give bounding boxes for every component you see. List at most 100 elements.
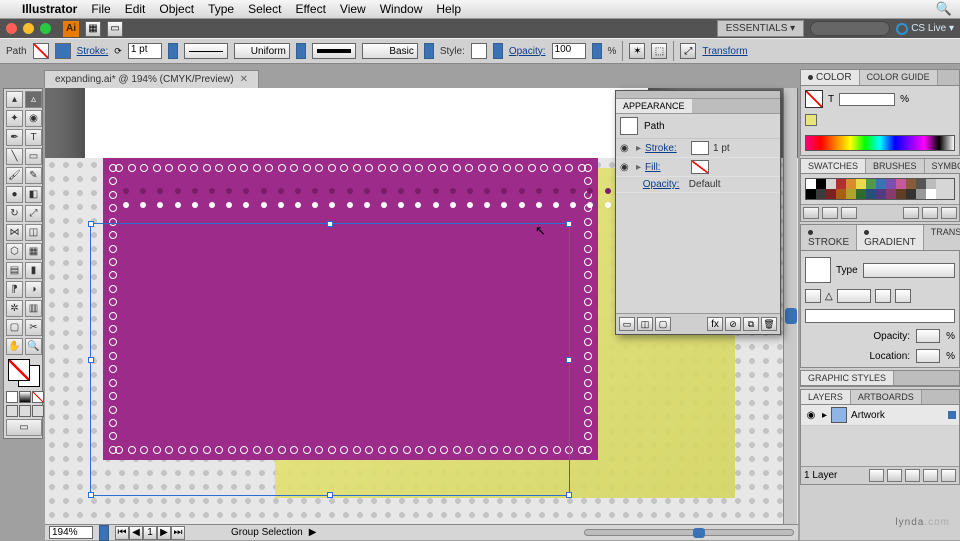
swatch-cell[interactable]: [896, 189, 906, 199]
blob-brush-tool[interactable]: ●: [6, 186, 23, 203]
fill-swatch[interactable]: [33, 43, 49, 59]
status-arrow-icon[interactable]: ▶: [309, 527, 317, 538]
pencil-tool[interactable]: ✎: [25, 167, 42, 184]
brush-preview[interactable]: [312, 43, 356, 59]
gradient-mode-icon[interactable]: [19, 391, 31, 403]
add-effect-icon[interactable]: fx: [707, 317, 723, 331]
paintbrush-tool[interactable]: 🖌: [6, 167, 23, 184]
menu-view[interactable]: View: [340, 2, 366, 16]
stroke-gradient-panel[interactable]: STROKE GRADIENT TRANSPARE Type △ Opacity…: [800, 224, 960, 368]
last-color-swatch[interactable]: [805, 114, 817, 126]
swatch-cell[interactable]: [826, 179, 836, 189]
direct-selection-tool[interactable]: ▵: [25, 91, 42, 108]
handle-br[interactable]: [566, 492, 572, 498]
handle-bm[interactable]: [327, 492, 333, 498]
gradient-misc-icon[interactable]: [895, 289, 911, 303]
delete-layer-icon[interactable]: [941, 469, 956, 482]
menu-edit[interactable]: Edit: [125, 2, 146, 16]
tab-transparency[interactable]: TRANSPARE: [924, 225, 960, 250]
menu-help[interactable]: Help: [436, 2, 461, 16]
workspace-switcher[interactable]: ESSENTIALS ▾: [717, 20, 805, 37]
swatch-cell[interactable]: [806, 189, 816, 199]
menu-file[interactable]: File: [91, 2, 110, 16]
menu-object[interactable]: Object: [159, 2, 194, 16]
cs-live-button[interactable]: CS Live ▾: [896, 22, 954, 34]
duplicate-icon[interactable]: ⧉: [743, 317, 759, 331]
swatch-cell[interactable]: [906, 189, 916, 199]
zoom-dropdown[interactable]: [99, 525, 109, 541]
recolor-icon[interactable]: ✶: [629, 43, 645, 59]
window-zoom-button[interactable]: [40, 23, 51, 34]
appearance-row-opacity[interactable]: Opacity: Default: [616, 177, 780, 193]
magic-wand-tool[interactable]: ✦: [6, 110, 23, 127]
stroke-weight-input[interactable]: 1 pt: [128, 43, 162, 59]
swatch-cell[interactable]: [816, 189, 826, 199]
gradient-preview[interactable]: [805, 257, 831, 283]
menu-select[interactable]: Select: [248, 2, 281, 16]
visibility-icon[interactable]: ◉: [620, 162, 632, 173]
close-tab-icon[interactable]: ✕: [240, 74, 248, 85]
draw-normal-icon[interactable]: [6, 405, 18, 417]
swatch-cell[interactable]: [926, 179, 936, 189]
appearance-panel[interactable]: APPEARANCE Path ◉ ▸ Stroke: 1 pt ◉ ▸ Fil…: [615, 90, 781, 335]
tab-color-guide[interactable]: COLOR GUIDE: [860, 70, 938, 85]
new-sublayer-icon[interactable]: [905, 469, 920, 482]
new-stroke-icon[interactable]: ◫: [637, 317, 653, 331]
menu-window[interactable]: Window: [380, 2, 423, 16]
aspect-ratio-icon[interactable]: [875, 289, 891, 303]
none-mode-icon[interactable]: [32, 391, 44, 403]
tab-symbols[interactable]: SYMBOLS: [925, 159, 960, 173]
tab-graphic-styles[interactable]: GRAPHIC STYLES: [801, 371, 894, 385]
draw-behind-icon[interactable]: [19, 405, 31, 417]
gradient-slider[interactable]: [805, 309, 955, 323]
graphic-styles-panel[interactable]: GRAPHIC STYLES: [800, 370, 960, 387]
gradient-opacity-input[interactable]: [916, 329, 940, 343]
type-tool[interactable]: T: [25, 129, 42, 146]
style-dd-arrow[interactable]: [493, 43, 503, 59]
swatch-cell[interactable]: [836, 189, 846, 199]
appearance-row-fill[interactable]: ◉ ▸ Fill:: [616, 158, 780, 177]
panel-grip[interactable]: [616, 91, 780, 99]
swatch-cell[interactable]: [886, 179, 896, 189]
tab-swatches[interactable]: SWATCHES: [801, 159, 866, 173]
color-panel[interactable]: COLOR COLOR GUIDE T %: [800, 69, 960, 156]
layer-visibility-icon[interactable]: ◉: [804, 410, 818, 421]
delete-swatch-icon[interactable]: [941, 207, 957, 219]
disclosure-icon[interactable]: ▸: [636, 143, 641, 154]
fill-stroke-swatches[interactable]: [6, 357, 42, 389]
tab-layers[interactable]: LAYERS: [801, 390, 851, 404]
swatch-cell[interactable]: [816, 179, 826, 189]
opacity-input[interactable]: 100: [552, 43, 586, 59]
reverse-gradient-icon[interactable]: [805, 289, 821, 303]
gradient-type-dropdown[interactable]: [863, 263, 955, 278]
layer-row[interactable]: ◉ ▸ Artwork: [801, 405, 959, 426]
transform-link[interactable]: Transform: [702, 46, 747, 57]
window-close-button[interactable]: [6, 23, 17, 34]
vertical-scrollbar[interactable]: [783, 88, 797, 524]
gradient-angle-input[interactable]: [837, 289, 871, 303]
appearance-tab[interactable]: APPEARANCE: [616, 99, 692, 113]
prop-name[interactable]: Opacity:: [643, 179, 685, 190]
horizontal-scrollbar[interactable]: [584, 529, 794, 536]
swatch-cell[interactable]: [876, 179, 886, 189]
mac-menubar[interactable]: Illustrator File Edit Object Type Select…: [0, 0, 960, 19]
hand-tool[interactable]: ✋: [6, 338, 23, 355]
tab-brushes[interactable]: BRUSHES: [866, 159, 925, 173]
lasso-tool[interactable]: ◉: [25, 110, 42, 127]
new-layer-icon[interactable]: [923, 469, 938, 482]
swatches-panel[interactable]: SWATCHES BRUSHES SYMBOLS: [800, 158, 960, 222]
style-swatch[interactable]: [471, 43, 487, 59]
spotlight-icon[interactable]: 🔍: [936, 1, 952, 17]
bridge-icon[interactable]: ▦: [85, 21, 101, 37]
rotate-tool[interactable]: ↻: [6, 205, 23, 222]
screen-mode-button[interactable]: ▭: [6, 419, 42, 436]
profile-dropdown[interactable]: Uniform: [234, 43, 290, 59]
brush-dropdown[interactable]: Basic: [362, 43, 418, 59]
swatch-libraries-icon[interactable]: [803, 207, 819, 219]
swatch-cell[interactable]: [856, 189, 866, 199]
fill-color-icon[interactable]: [8, 359, 30, 381]
perspective-tool[interactable]: ▦: [25, 243, 42, 260]
eyedropper-tool[interactable]: ⁋: [6, 281, 23, 298]
arrange-docs-icon[interactable]: ▭: [107, 21, 123, 37]
search-input[interactable]: [810, 21, 890, 36]
